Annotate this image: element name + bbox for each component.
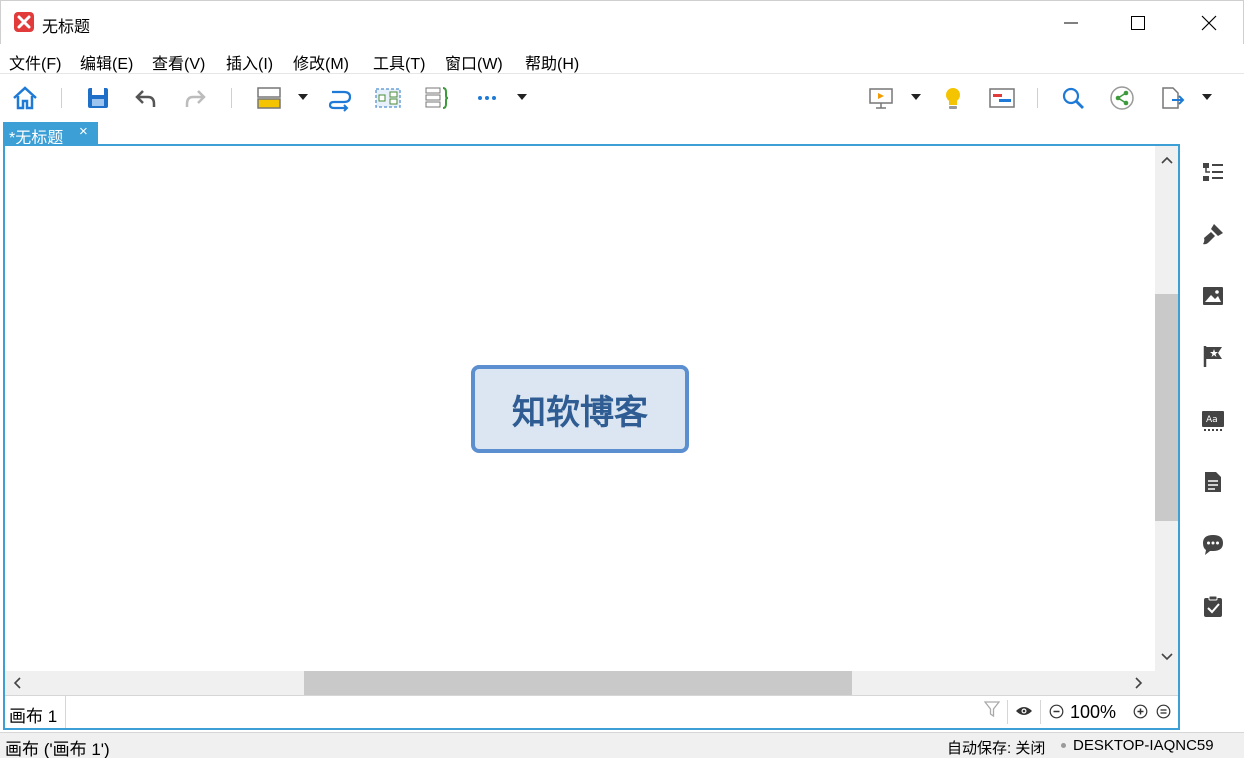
image-icon[interactable]	[1201, 284, 1225, 308]
summary-icon[interactable]	[423, 84, 451, 112]
menu-modify[interactable]: 修改(M)	[293, 50, 349, 74]
sheet-bar: 画布 1 100%	[5, 695, 1178, 728]
gantt-icon[interactable]	[988, 84, 1016, 112]
menu-tools[interactable]: 工具(T)	[373, 50, 425, 74]
home-icon[interactable]	[11, 84, 39, 112]
presentation-icon[interactable]	[867, 84, 895, 112]
menu-file[interactable]: 文件(F)	[9, 50, 61, 74]
sheetbar-separator	[1007, 700, 1008, 724]
horizontal-scrollbar[interactable]	[5, 671, 1178, 695]
vertical-scrollbar[interactable]	[1155, 146, 1178, 671]
maximize-button[interactable]	[1115, 1, 1161, 45]
sheet-tab[interactable]: 画布 1	[5, 696, 66, 728]
toolbar-separator	[1037, 88, 1038, 108]
central-topic[interactable]: 知软博客	[471, 365, 689, 453]
menu-window[interactable]: 窗口(W)	[445, 50, 503, 74]
more-icon[interactable]	[474, 84, 502, 112]
brainstorm-icon[interactable]	[939, 84, 967, 112]
menu-insert[interactable]: 插入(I)	[226, 50, 273, 74]
mindmap-editor: 知软博客 画布 1 100%	[3, 144, 1180, 730]
menu-help[interactable]: 帮助(H)	[525, 50, 579, 74]
share-icon[interactable]	[1108, 84, 1136, 112]
format-brush-icon[interactable]	[1201, 222, 1225, 246]
more-dropdown-caret[interactable]	[517, 94, 527, 100]
zoom-out-icon[interactable]	[1049, 704, 1064, 719]
status-dot-icon	[1061, 743, 1066, 748]
relationship-icon[interactable]	[326, 84, 354, 112]
sheetbar-separator	[1040, 700, 1041, 724]
mindmap-canvas[interactable]: 知软博客	[5, 146, 1155, 671]
window-title: 无标题	[42, 19, 91, 36]
autosave-status[interactable]: 自动保存: 关闭	[947, 737, 1045, 758]
horizontal-scroll-thumb[interactable]	[304, 671, 852, 695]
save-icon[interactable]	[84, 84, 112, 112]
text-style-icon[interactable]: Aa	[1201, 408, 1225, 432]
document-tab[interactable]: *无标题 ×	[3, 122, 98, 147]
xmind-logo-icon	[14, 12, 34, 32]
vertical-scroll-thumb[interactable]	[1155, 294, 1178, 521]
central-topic-text: 知软博客	[512, 392, 648, 433]
eye-icon[interactable]	[1015, 705, 1033, 717]
zoom-in-icon[interactable]	[1133, 704, 1148, 719]
scroll-right-icon[interactable]	[1134, 677, 1144, 689]
notes-icon[interactable]	[1201, 470, 1225, 494]
topic-dropdown-caret[interactable]	[298, 94, 308, 100]
fit-zoom-icon[interactable]	[1156, 704, 1171, 719]
task-icon[interactable]	[1201, 594, 1225, 618]
export-dropdown-caret[interactable]	[1202, 94, 1212, 100]
export-icon[interactable]	[1158, 84, 1186, 112]
marker-flag-icon[interactable]	[1201, 344, 1225, 368]
sheet-tab-label: 画布 1	[9, 707, 58, 726]
svg-text:Aa: Aa	[1206, 415, 1218, 425]
menu-view[interactable]: 查看(V)	[152, 50, 205, 74]
topic-icon[interactable]	[255, 84, 283, 112]
menu-edit[interactable]: 编辑(E)	[80, 50, 133, 74]
search-icon[interactable]	[1059, 84, 1087, 112]
title-bar: 无标题	[0, 0, 1244, 44]
undo-icon[interactable]	[132, 84, 160, 112]
close-window-button[interactable]	[1186, 1, 1232, 45]
scroll-down-icon[interactable]	[1161, 652, 1173, 662]
boundary-icon[interactable]	[374, 84, 402, 112]
scroll-left-icon[interactable]	[12, 677, 22, 689]
scroll-up-icon[interactable]	[1161, 155, 1173, 165]
status-sheet-info: 画布 ('画布 1')	[5, 740, 110, 758]
comment-icon[interactable]	[1201, 532, 1225, 556]
host-name: DESKTOP-IAQNC59	[1073, 737, 1214, 754]
presentation-dropdown-caret[interactable]	[911, 94, 921, 100]
menu-bar: 文件(F) 编辑(E) 查看(V) 插入(I) 修改(M) 工具(T) 窗口(W…	[0, 44, 1244, 74]
outline-icon[interactable]	[1201, 160, 1225, 184]
toolbar-separator	[61, 88, 62, 108]
filter-icon[interactable]	[984, 700, 1000, 718]
minimize-button[interactable]	[1048, 1, 1094, 45]
toolbar-separator	[231, 88, 232, 108]
right-panel: Aa	[1182, 144, 1244, 732]
toolbar	[0, 74, 1244, 122]
zoom-level: 100%	[1070, 702, 1117, 722]
redo-icon[interactable]	[181, 84, 209, 112]
status-bar: 画布 ('画布 1') 自动保存: 关闭 DESKTOP-IAQNC59	[0, 732, 1244, 758]
close-tab-icon[interactable]: ×	[79, 123, 88, 140]
